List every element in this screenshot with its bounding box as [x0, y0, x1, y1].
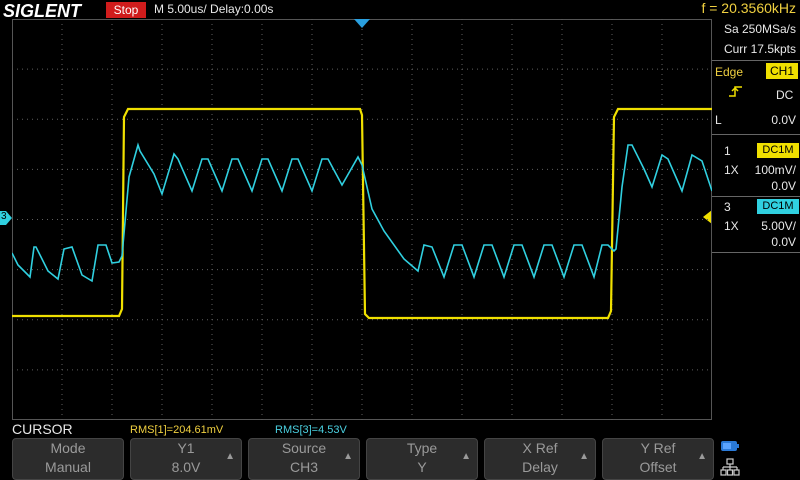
channel-3-ground-marker[interactable]: 3 [0, 211, 12, 225]
trigger-level-value: 0.0V [771, 113, 796, 127]
softkey-bar: Mode Manual Y1 8.0V ▲ Source CH3 ▲ Type … [12, 438, 714, 480]
up-arrow-icon: ▲ [579, 451, 589, 462]
up-arrow-icon: ▲ [697, 451, 707, 462]
menu-title: CURSOR [12, 421, 73, 437]
panel-divider [712, 134, 800, 135]
channel-1-offset: 0.0V [771, 179, 796, 193]
softkey-y-ref[interactable]: Y Ref Offset ▲ [602, 438, 714, 480]
channel-3-trace [12, 142, 712, 283]
up-arrow-icon: ▲ [343, 451, 353, 462]
run-stop-badge[interactable]: Stop [106, 2, 146, 18]
trigger-position-marker-icon[interactable] [354, 19, 370, 28]
trigger-level-label: L [715, 113, 722, 127]
channel-3-probe: 1X [724, 219, 739, 233]
network-icon [720, 458, 740, 476]
trigger-source-badge[interactable]: CH1 [766, 63, 798, 79]
graticule [12, 19, 712, 420]
channel-3-coupling-badge[interactable]: DC1M [757, 199, 799, 214]
timebase-readout[interactable]: M 5.00us/ Delay:0.00s [154, 2, 273, 16]
channel-3-number[interactable]: 3 [724, 200, 731, 214]
channel-3-ground-label: 3 [1, 211, 7, 222]
panel-divider [712, 196, 800, 197]
measurement-rms-ch3: RMS[3]=4.53V [275, 424, 347, 436]
trigger-coupling: DC [776, 88, 794, 102]
horizontal-delay: Delay:0.00s [210, 2, 274, 16]
softkey-mode[interactable]: Mode Manual [12, 438, 124, 480]
waveform-display[interactable] [12, 19, 712, 420]
softkey-x-ref[interactable]: X Ref Delay ▲ [484, 438, 596, 480]
rising-edge-icon [728, 84, 744, 103]
frequency-counter: f = 20.3560kHz [701, 0, 796, 16]
channel-3-scale: 5.00V/ [761, 219, 796, 233]
usb-icon [721, 441, 739, 451]
channel-1-probe: 1X [724, 163, 739, 177]
sample-rate: Sa 250MSa/s [723, 22, 796, 36]
timebase-scale: M 5.00us/ [154, 2, 207, 16]
channel-1-number[interactable]: 1 [724, 144, 731, 158]
panel-divider [712, 60, 800, 61]
measurement-rms-ch1: RMS[1]=204.61mV [130, 424, 224, 436]
up-arrow-icon: ▲ [461, 451, 471, 462]
channel-3-offset: 0.0V [771, 235, 796, 249]
up-arrow-icon: ▲ [225, 451, 235, 462]
softkey-value: Manual [45, 459, 91, 475]
channel-1-trace [12, 107, 712, 320]
status-bar: SIGLENT Stop M 5.00us/ Delay:0.00s f = 2… [0, 0, 800, 21]
trigger-type[interactable]: Edge [715, 65, 743, 79]
panel-divider [712, 252, 800, 253]
channel-1-scale: 100mV/ [754, 163, 796, 177]
softkey-type[interactable]: Type Y ▲ [366, 438, 478, 480]
memory-depth: Curr 17.5kpts [723, 42, 796, 56]
softkey-source[interactable]: Source CH3 ▲ [248, 438, 360, 480]
channel-1-coupling-badge[interactable]: DC1M [757, 143, 799, 158]
softkey-label: Mode [50, 440, 86, 456]
softkey-y1[interactable]: Y1 8.0V ▲ [130, 438, 242, 480]
